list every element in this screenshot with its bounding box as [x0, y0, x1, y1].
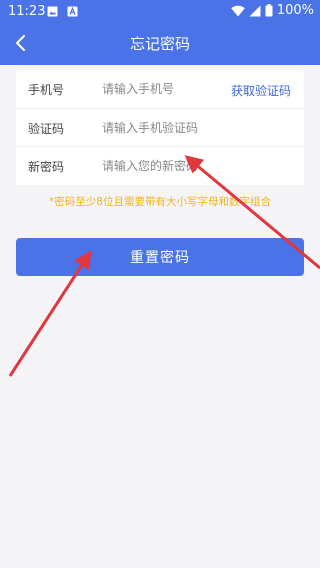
- code-input[interactable]: [102, 115, 232, 141]
- signal-icon: [249, 5, 261, 16]
- status-right: 100%: [231, 3, 314, 18]
- app-header: 11:23 100% 忘记密码: [0, 0, 320, 65]
- page-title: 忘记密码: [129, 35, 190, 53]
- text-a-icon: [67, 6, 78, 17]
- image-icon: [47, 6, 58, 17]
- battery-icon: [265, 4, 273, 17]
- password-hint: *密码至少8位且需要带有大小写字母和数字组合: [49, 196, 271, 208]
- code-row: 验证码: [16, 108, 304, 147]
- reset-form: 手机号 获取验证码 验证码 新密码: [16, 70, 304, 185]
- phone-label: 手机号: [28, 83, 65, 97]
- new-password-row: 新密码: [16, 146, 304, 185]
- phone-input[interactable]: [102, 76, 232, 102]
- code-label: 验证码: [28, 122, 65, 136]
- status-time: 11:23: [8, 4, 46, 19]
- wifi-icon: [231, 5, 245, 17]
- new-password-input[interactable]: [102, 153, 232, 179]
- title-bar: 忘记密码: [0, 24, 320, 65]
- new-password-label: 新密码: [28, 160, 65, 174]
- status-bar: 11:23 100%: [0, 0, 320, 24]
- reset-password-button[interactable]: 重置密码: [16, 238, 304, 276]
- battery-percent: 100%: [276, 3, 314, 18]
- get-code-button[interactable]: 获取验证码: [231, 82, 291, 99]
- phone-row: 手机号 获取验证码: [16, 70, 304, 108]
